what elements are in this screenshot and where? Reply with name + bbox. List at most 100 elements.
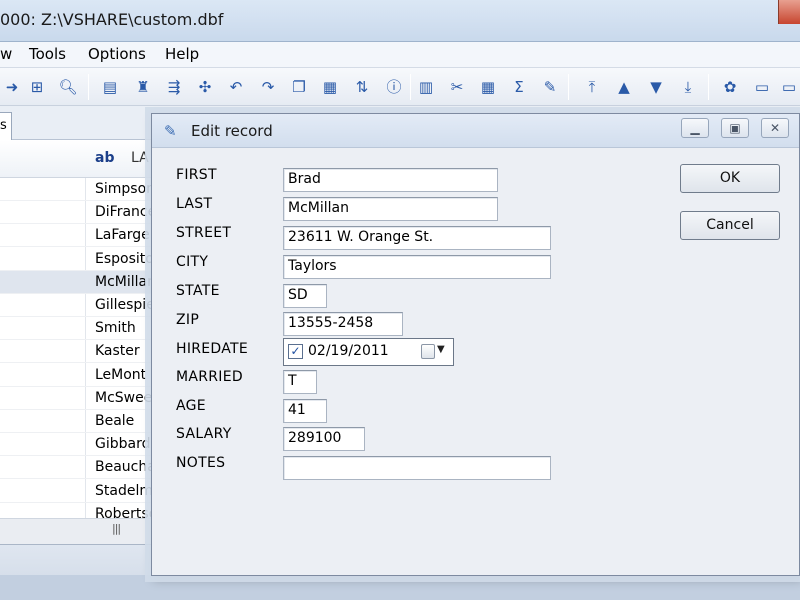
toolbar-separator bbox=[410, 74, 411, 100]
table-row[interactable]: Gibbard bbox=[0, 433, 160, 457]
hiredate-value[interactable]: 02/19/2011 bbox=[308, 343, 389, 359]
label-salary: SALARY bbox=[176, 426, 232, 442]
sort-icon[interactable]: ⇅ bbox=[350, 75, 374, 99]
window-close-button[interactable] bbox=[778, 0, 800, 24]
edit-record-dialog: ✎ Edit record ▁ ▣ ✕ FIRST LAST STREET CI… bbox=[151, 113, 800, 576]
table-row[interactable]: Simpson bbox=[0, 178, 160, 201]
paste-icon[interactable]: ▦ bbox=[318, 75, 342, 99]
salary-field[interactable]: 289100 bbox=[283, 427, 365, 451]
scroll-grip-icon[interactable]: ||| bbox=[112, 522, 121, 535]
restore-icon[interactable]: ▣ bbox=[721, 118, 749, 138]
tb-icon-1-icon[interactable]: ➜ bbox=[0, 75, 24, 99]
first-field[interactable]: Brad bbox=[283, 168, 498, 192]
dialog-titlebar: ✎ Edit record ▁ ▣ ✕ bbox=[152, 114, 799, 148]
table-cell-last[interactable]: Gillespie bbox=[95, 297, 155, 313]
table-row[interactable]: DiFrance bbox=[0, 201, 160, 225]
grid-column-header-last[interactable]: LA bbox=[131, 150, 149, 166]
cancel-button[interactable]: Cancel bbox=[680, 211, 780, 240]
close-icon[interactable]: ✕ bbox=[761, 118, 789, 138]
tb-icon-15-icon[interactable]: ✂ bbox=[445, 75, 469, 99]
table-cell-last[interactable]: LaFarge bbox=[95, 227, 150, 243]
minimize-icon[interactable]: ▁ bbox=[681, 118, 709, 138]
menu-bar: w Tools Options Help bbox=[0, 42, 800, 68]
find-icon[interactable]: 🔍︎ bbox=[56, 75, 80, 99]
table-row[interactable]: McMillan bbox=[0, 270, 160, 294]
redo-icon[interactable]: ↷ bbox=[256, 75, 280, 99]
table-row[interactable]: Smith bbox=[0, 317, 160, 341]
table-row[interactable]: Kaster bbox=[0, 340, 160, 364]
chevron-down-icon[interactable]: ▼ bbox=[437, 344, 445, 355]
table-row[interactable]: Esposito bbox=[0, 248, 160, 271]
next-record-icon[interactable]: ▼ bbox=[644, 75, 668, 99]
last-record-icon[interactable]: ⤓ bbox=[676, 75, 700, 99]
label-street: STREET bbox=[176, 225, 232, 241]
first-record-icon[interactable]: ⤒ bbox=[580, 75, 604, 99]
menu-options[interactable]: Options bbox=[88, 45, 146, 63]
brush-icon[interactable]: ✎ bbox=[538, 75, 562, 99]
toolbar: ➜ ⊞ 🔍︎ ▤ ♜ ⇶ ✣ ↶ ↷ ❐ ▦ ⇅ ⓘ ▥ ✂ ▦ Σ ✎ ⤒ ▲… bbox=[0, 68, 800, 106]
hiredate-checkbox[interactable]: ✓ bbox=[288, 344, 303, 359]
menu-view[interactable]: w bbox=[0, 45, 12, 63]
married-field[interactable]: T bbox=[283, 370, 317, 394]
street-field[interactable]: 23611 W. Orange St. bbox=[283, 226, 551, 250]
window-title: 000: Z:\VSHARE\custom.dbf bbox=[0, 10, 224, 29]
prev-record-icon[interactable]: ▲ bbox=[612, 75, 636, 99]
table-cell-last[interactable]: DiFrance bbox=[95, 204, 156, 220]
info-icon[interactable]: ⓘ bbox=[382, 75, 406, 99]
tb-icon-7-icon[interactable]: ✣ bbox=[193, 75, 217, 99]
table-cell-last[interactable]: Simpson bbox=[95, 181, 155, 197]
edit-record-icon: ✎ bbox=[164, 122, 177, 140]
ok-button[interactable]: OK bbox=[680, 164, 780, 193]
delete-icon[interactable]: ▥ bbox=[414, 75, 438, 99]
table-row[interactable]: LeMont bbox=[0, 364, 160, 387]
hiredate-picker[interactable]: ✓ 02/19/2011 ▼ bbox=[283, 338, 454, 366]
palette-icon[interactable]: ✿ bbox=[718, 75, 742, 99]
sum-icon[interactable]: Σ bbox=[507, 75, 531, 99]
tab-table[interactable]: s bbox=[0, 112, 12, 140]
table-cell-last[interactable]: McSwee bbox=[95, 390, 152, 406]
table-cell-last[interactable]: Beaucha bbox=[95, 459, 156, 475]
last-field[interactable]: McMillan bbox=[283, 197, 498, 221]
horizontal-scrollbar[interactable]: ||| bbox=[0, 518, 160, 544]
table-row[interactable]: Beaucha bbox=[0, 456, 160, 480]
tb-icon-25-icon[interactable]: ▭ bbox=[777, 75, 800, 99]
note-icon[interactable]: ▭ bbox=[750, 75, 774, 99]
menu-tools[interactable]: Tools bbox=[29, 45, 66, 63]
undo-icon[interactable]: ↶ bbox=[224, 75, 248, 99]
menu-help[interactable]: Help bbox=[165, 45, 199, 63]
tb-icon-6-icon[interactable]: ⇶ bbox=[162, 75, 186, 99]
label-state: STATE bbox=[176, 283, 220, 299]
zip-field[interactable]: 13555-2458 bbox=[283, 312, 403, 336]
table-cell-last[interactable]: Kaster bbox=[95, 343, 140, 359]
tb-icon-4-icon[interactable]: ▤ bbox=[98, 75, 122, 99]
window-titlebar: 000: Z:\VSHARE\custom.dbf bbox=[0, 0, 800, 42]
table-cell-last[interactable]: LeMont bbox=[95, 367, 146, 383]
locate-icon[interactable]: ♜ bbox=[131, 75, 155, 99]
table-cell-last[interactable]: McMillan bbox=[95, 274, 156, 290]
table-cell-last[interactable]: Beale bbox=[95, 413, 134, 429]
table-cell-last[interactable]: Esposito bbox=[95, 251, 154, 267]
table-row[interactable]: LaFarge bbox=[0, 224, 160, 248]
dialog-title: Edit record bbox=[191, 122, 273, 140]
table-row[interactable]: Gillespie bbox=[0, 294, 160, 317]
label-last: LAST bbox=[176, 196, 213, 212]
tb-icon-2-icon[interactable]: ⊞ bbox=[25, 75, 49, 99]
data-grid[interactable]: ab LA Simpson DiFrance LaFarge Esposito McMi… bbox=[0, 140, 162, 544]
label-city: CITY bbox=[176, 254, 209, 270]
copy-icon[interactable]: ❐ bbox=[287, 75, 311, 99]
city-field[interactable]: Taylors bbox=[283, 255, 551, 279]
table-cell-last[interactable]: Gibbard bbox=[95, 436, 151, 452]
age-field[interactable]: 41 bbox=[283, 399, 327, 423]
label-hiredate: HIREDATE bbox=[176, 341, 249, 357]
calendar-icon[interactable] bbox=[421, 344, 435, 359]
table-cell-last[interactable]: Smith bbox=[95, 320, 136, 336]
notes-field[interactable] bbox=[283, 456, 551, 480]
table-row[interactable]: Stadelma bbox=[0, 480, 162, 503]
label-zip: ZIP bbox=[176, 312, 200, 328]
grid-header: ab LA bbox=[0, 140, 160, 178]
toolbar-separator bbox=[708, 74, 709, 100]
table-row[interactable]: McSwee bbox=[0, 387, 160, 410]
table-row[interactable]: Beale bbox=[0, 410, 160, 433]
table-icon[interactable]: ▦ bbox=[476, 75, 500, 99]
state-field[interactable]: SD bbox=[283, 284, 327, 308]
